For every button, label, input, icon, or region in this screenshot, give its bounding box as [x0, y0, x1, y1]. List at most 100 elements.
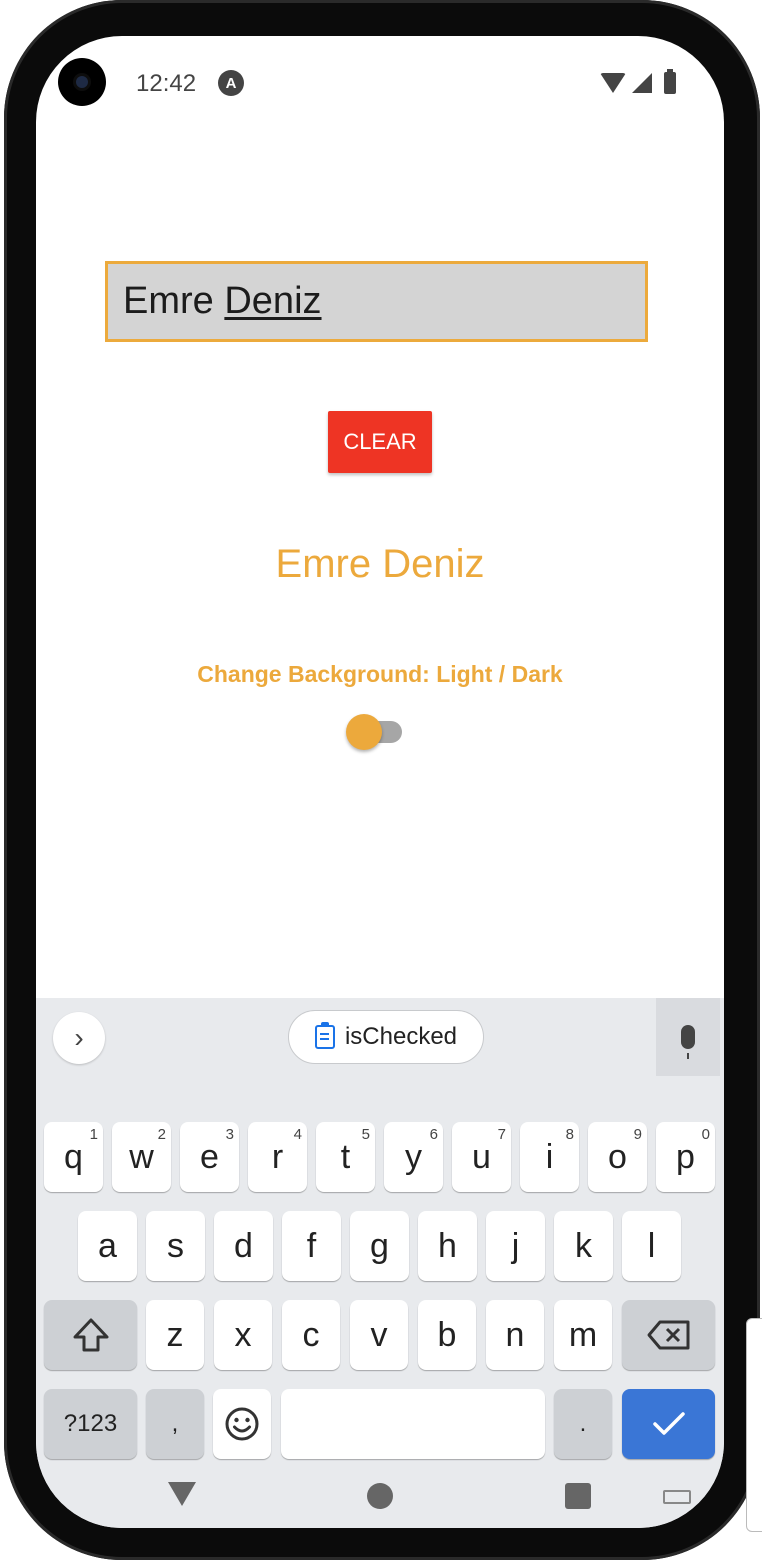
key-label: n	[505, 1315, 525, 1354]
voice-input-button[interactable]	[656, 998, 720, 1076]
phone-screen: 12:42 A Emre Deniz CLEAR Emre Deniz Chan…	[36, 36, 724, 1528]
key-q[interactable]: q1	[44, 1122, 103, 1192]
key-label: z	[166, 1315, 184, 1354]
background-switch-thumb[interactable]	[346, 714, 382, 750]
backspace-icon	[647, 1320, 689, 1350]
suggestion-text: isChecked	[344, 1023, 458, 1050]
camera-lens	[76, 76, 88, 88]
key-label: u	[472, 1137, 491, 1176]
key-hint: 0	[701, 1126, 710, 1143]
key-label: v	[370, 1315, 388, 1354]
key-p[interactable]: p0	[656, 1122, 715, 1192]
shift-icon	[73, 1318, 108, 1352]
key-m[interactable]: m	[554, 1300, 612, 1370]
background-toggle-label: Change Background: Light / Dark	[197, 661, 563, 687]
comma-key[interactable]: ,	[146, 1389, 204, 1459]
key-label: p	[676, 1137, 695, 1176]
home-nav-icon[interactable]	[367, 1483, 393, 1509]
key-label: l	[647, 1226, 656, 1265]
device-frame: 12:42 A Emre Deniz CLEAR Emre Deniz Chan…	[0, 0, 762, 1560]
key-label: d	[234, 1226, 253, 1265]
key-label: f	[306, 1226, 317, 1265]
key-label: h	[438, 1226, 457, 1265]
keyboard-expand-button[interactable]: ›	[53, 1012, 105, 1064]
key-b[interactable]: b	[418, 1300, 476, 1370]
clipboard-icon	[314, 1022, 335, 1049]
front-camera	[58, 58, 106, 106]
input-text: Emre	[123, 280, 225, 322]
emoji-key[interactable]	[213, 1389, 271, 1459]
key-label: y	[405, 1137, 422, 1176]
shift-key[interactable]	[44, 1300, 137, 1370]
key-label: x	[234, 1315, 252, 1354]
recents-nav-icon[interactable]	[565, 1483, 591, 1509]
key-u[interactable]: u7	[452, 1122, 511, 1192]
key-label: b	[437, 1315, 457, 1354]
status-icons	[600, 69, 676, 96]
key-d[interactable]: d	[214, 1211, 273, 1281]
clipboard-suggestion-chip[interactable]: isChecked	[288, 1010, 484, 1064]
key-label: m	[568, 1315, 598, 1354]
key-h[interactable]: h	[418, 1211, 477, 1281]
key-j[interactable]: j	[486, 1211, 545, 1281]
key-hint: 5	[361, 1126, 370, 1143]
key-label: g	[370, 1226, 389, 1265]
backspace-key[interactable]	[622, 1300, 715, 1370]
battery-icon	[664, 69, 676, 94]
cell-signal-icon	[632, 73, 652, 93]
key-s[interactable]: s	[146, 1211, 205, 1281]
space-key[interactable]	[281, 1389, 545, 1459]
period-key[interactable]: .	[554, 1389, 612, 1459]
key-label: i	[545, 1137, 554, 1176]
key-a[interactable]: a	[78, 1211, 137, 1281]
key-hint: 1	[89, 1126, 98, 1143]
key-o[interactable]: o9	[588, 1122, 647, 1192]
chevron-right-icon: ›	[74, 1022, 84, 1053]
back-nav-icon[interactable]	[168, 1482, 196, 1506]
key-hint: 6	[429, 1126, 438, 1143]
emoji-icon	[225, 1407, 259, 1441]
notification-icon: A	[218, 70, 244, 96]
key-g[interactable]: g	[350, 1211, 409, 1281]
key-c[interactable]: c	[282, 1300, 340, 1370]
key-hint: 8	[565, 1126, 574, 1143]
key-e[interactable]: e3	[180, 1122, 239, 1192]
key-label: a	[98, 1226, 117, 1265]
key-label: w	[129, 1137, 154, 1176]
input-composing-text: Deniz	[224, 280, 322, 322]
key-t[interactable]: t5	[316, 1122, 375, 1192]
key-x[interactable]: x	[214, 1300, 272, 1370]
soft-keyboard: › isChecked q1w2e3r4t5y6u7i8o9p0 asdfghj…	[36, 998, 724, 1528]
key-label: s	[167, 1226, 184, 1265]
checkmark-icon	[652, 1412, 685, 1435]
key-r[interactable]: r4	[248, 1122, 307, 1192]
wifi-icon	[600, 73, 626, 93]
key-y[interactable]: y6	[384, 1122, 443, 1192]
key-k[interactable]: k	[554, 1211, 613, 1281]
key-label: o	[608, 1137, 627, 1176]
clear-button[interactable]: CLEAR	[328, 411, 432, 473]
microphone-icon	[681, 1025, 695, 1059]
key-label: q	[64, 1137, 83, 1176]
name-input[interactable]: Emre Deniz	[105, 261, 648, 342]
key-f[interactable]: f	[282, 1211, 341, 1281]
key-n[interactable]: n	[486, 1300, 544, 1370]
key-z[interactable]: z	[146, 1300, 204, 1370]
key-hint: 2	[157, 1126, 166, 1143]
key-hint: 3	[225, 1126, 234, 1143]
enter-key[interactable]	[622, 1389, 715, 1459]
key-hint: 9	[633, 1126, 642, 1143]
side-edge-panel	[746, 1318, 762, 1532]
key-l[interactable]: l	[622, 1211, 681, 1281]
key-label: c	[302, 1315, 320, 1354]
keyboard-switch-icon[interactable]	[663, 1490, 691, 1504]
symbols-key[interactable]: ?123	[44, 1389, 137, 1459]
display-name-text: Emre Deniz	[275, 542, 485, 586]
key-i[interactable]: i8	[520, 1122, 579, 1192]
key-label: j	[511, 1226, 520, 1265]
key-w[interactable]: w2	[112, 1122, 171, 1192]
key-v[interactable]: v	[350, 1300, 408, 1370]
key-label: t	[340, 1137, 351, 1176]
key-hint: 7	[497, 1126, 506, 1143]
key-hint: 4	[293, 1126, 302, 1143]
